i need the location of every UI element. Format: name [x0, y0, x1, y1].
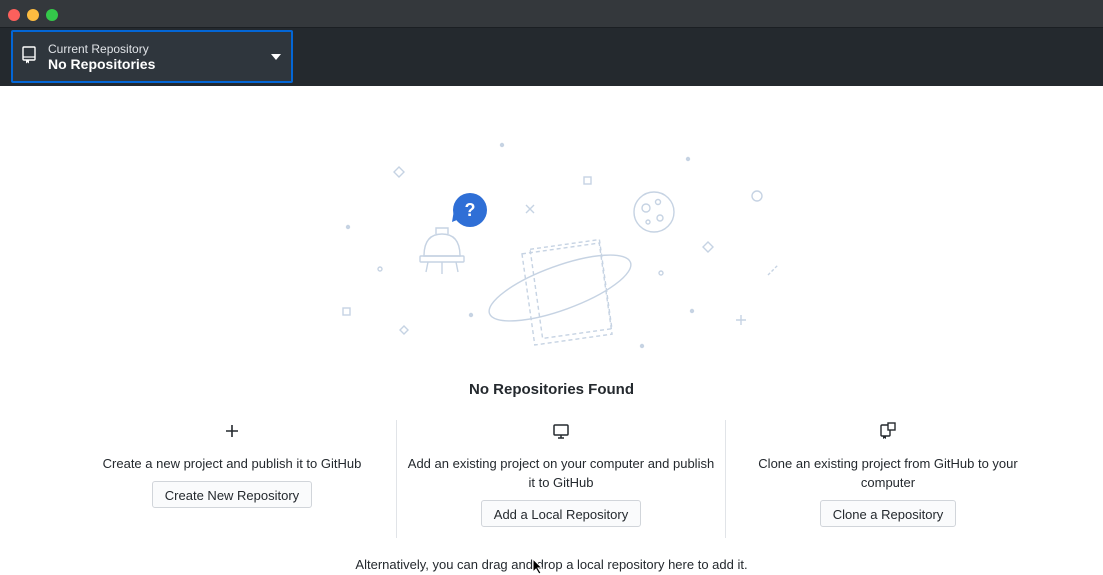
current-repository-dropdown[interactable]: Current Repository No Repositories [11, 30, 293, 83]
plus-icon [226, 425, 238, 437]
clone-repository-description: Clone an existing project from GitHub to… [758, 456, 1018, 490]
window-minimize-button[interactable] [27, 9, 39, 21]
clone-repository-button[interactable]: Clone a Repository [819, 500, 957, 527]
clone-repository-action: Clone an existing project from GitHub to… [724, 420, 1052, 538]
window-maximize-button[interactable] [46, 9, 58, 21]
repo-icon [22, 46, 36, 64]
device-desktop-icon [553, 424, 569, 439]
blankslate-actions: Create a new project and publish it to G… [68, 420, 1053, 540]
add-local-repository-action: Add an existing project on your computer… [396, 420, 726, 538]
space-illustration: ? [342, 142, 779, 349]
repository-selector-title: No Repositories [48, 56, 156, 72]
window-close-button[interactable] [8, 9, 20, 21]
chevron-down-icon [271, 54, 281, 60]
create-repository-description: Create a new project and publish it to G… [102, 456, 362, 471]
blankslate-title: No Repositories Found [469, 381, 634, 398]
add-local-repository-button[interactable]: Add a Local Repository [480, 500, 642, 527]
mouse-pointer-icon [532, 558, 544, 575]
add-local-repository-description: Add an existing project on your computer… [407, 456, 715, 490]
drag-and-drop-hint: Alternatively, you can drag and drop a l… [355, 557, 748, 572]
toolbar: Current Repository No Repositories [0, 28, 1103, 86]
repository-selector-description: Current Repository [48, 42, 149, 56]
create-new-repository-button[interactable]: Create New Repository [151, 481, 313, 508]
svg-text:?: ? [465, 200, 476, 220]
create-repository-action: Create a new project and publish it to G… [68, 420, 396, 538]
repo-clone-icon [880, 422, 896, 439]
repository-selector-text: Current Repository No Repositories [48, 42, 155, 73]
title-bar [0, 0, 1103, 28]
